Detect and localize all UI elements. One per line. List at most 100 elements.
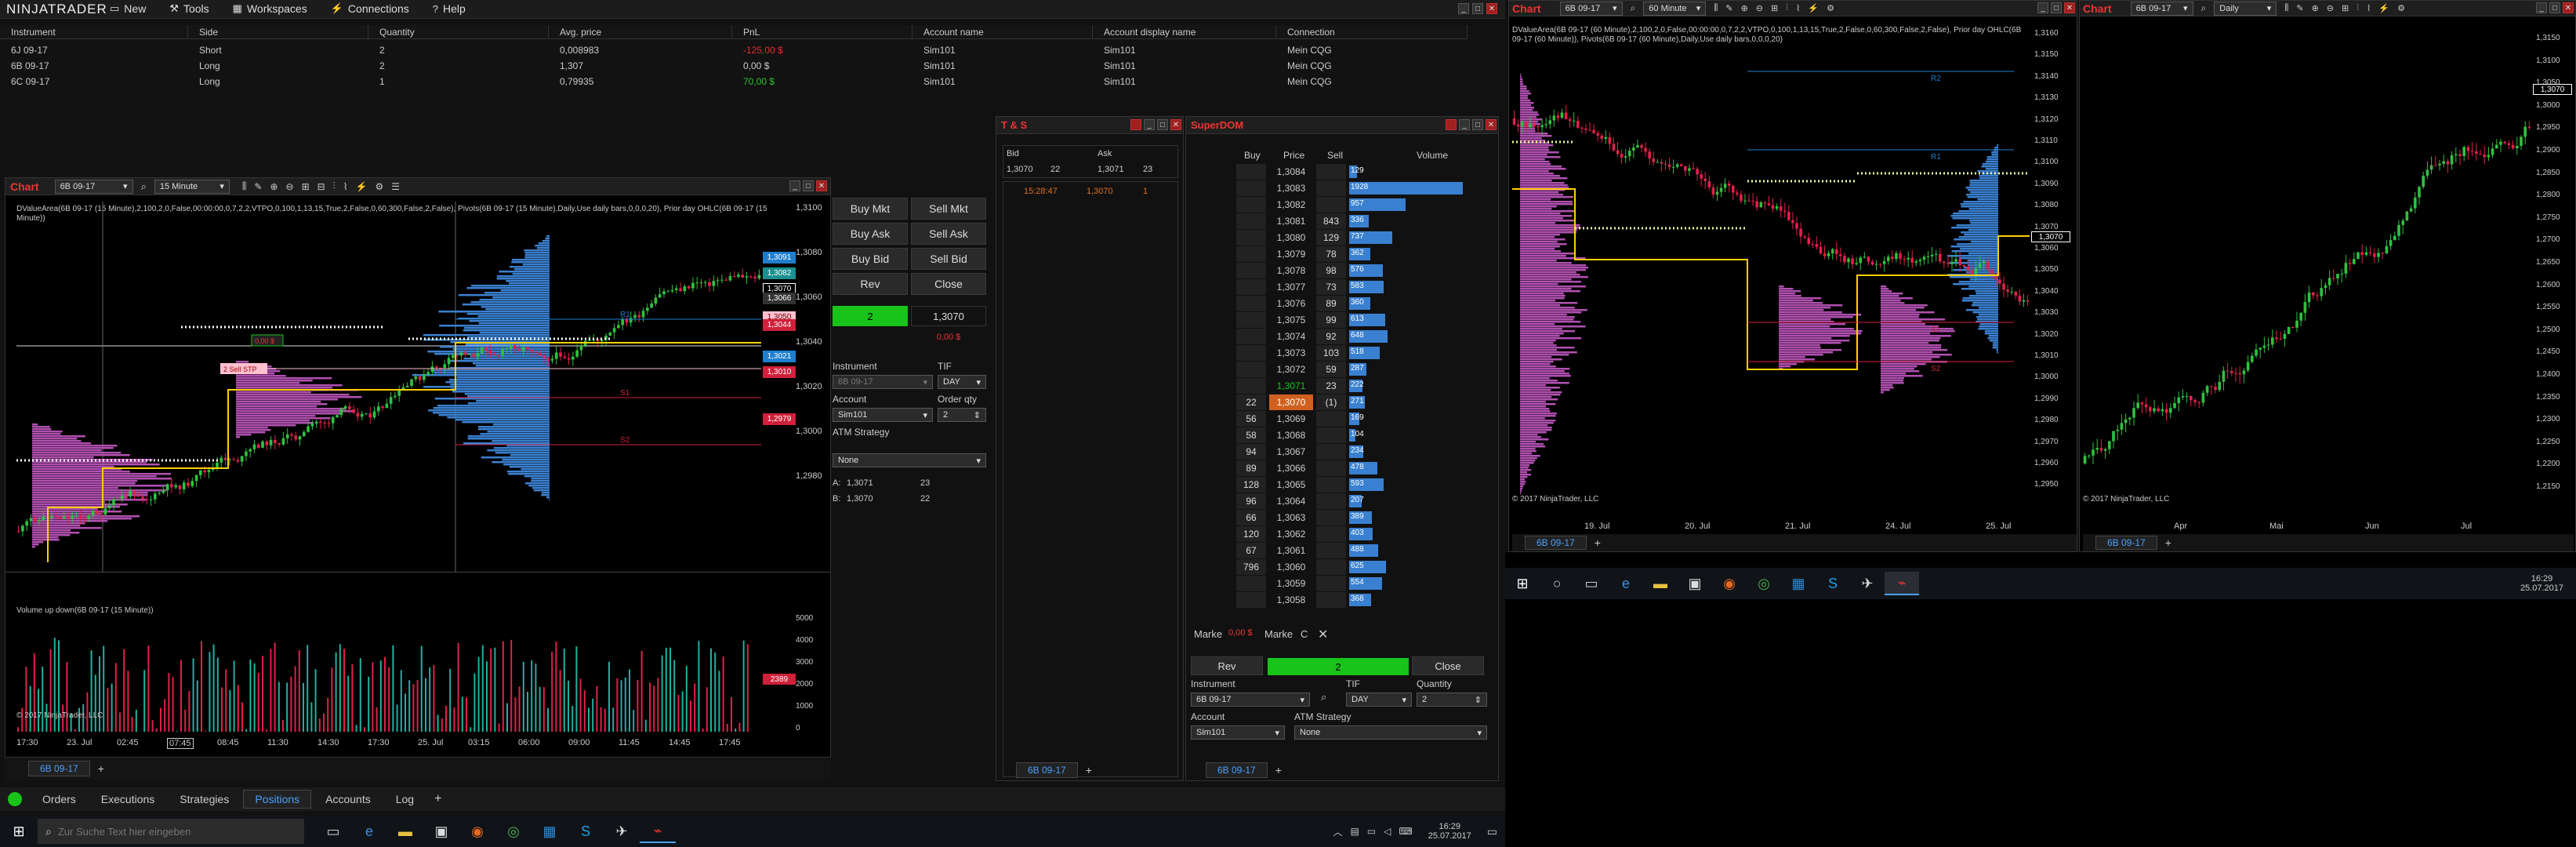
add-tab-button[interactable]: + xyxy=(1275,764,1282,776)
dom-sell-cell[interactable] xyxy=(1316,576,1346,591)
price-panel[interactable]: R2R1S1S2 xyxy=(1512,24,2030,518)
dom-sell-cell[interactable] xyxy=(1316,427,1346,443)
price-panel[interactable] xyxy=(2083,24,2531,518)
minimize-icon[interactable]: _ xyxy=(2037,2,2048,13)
interval-selector[interactable]: 15 Minute ▾ xyxy=(154,179,230,194)
dom-row[interactable]: 1,3071 23 222 xyxy=(1236,378,1471,394)
indicators-icon[interactable]: ⫶ xyxy=(2356,3,2359,13)
instrument-selector[interactable]: 6B 09-17 ▾ xyxy=(1191,693,1310,707)
chrome-icon[interactable]: ◎ xyxy=(1747,572,1781,595)
dom-buy-cell[interactable]: 120 xyxy=(1236,526,1266,542)
cortana-icon[interactable]: ○ xyxy=(1540,572,1574,595)
atm-selector[interactable]: None ▾ xyxy=(833,453,986,467)
buy-market-button[interactable]: Buy Mkt xyxy=(833,198,908,220)
search-icon[interactable]: ⌕ xyxy=(1321,691,1326,703)
stepper-icon[interactable]: ⇕ xyxy=(1475,695,1482,705)
tab-executions[interactable]: Executions xyxy=(90,790,165,809)
dom-row[interactable]: 1,3084 129 xyxy=(1236,164,1471,180)
minimize-icon[interactable]: _ xyxy=(1459,119,1470,130)
file-explorer-icon[interactable]: ▬ xyxy=(387,820,423,843)
taskbar-search[interactable]: ⌕ xyxy=(38,819,304,844)
dom-sell-cell[interactable]: 73 xyxy=(1316,279,1346,295)
list-icon[interactable]: ☰ xyxy=(391,181,400,192)
draw-pencil-icon[interactable]: ✎ xyxy=(1725,3,1732,13)
crosshair-icon[interactable]: ⊞ xyxy=(302,181,310,192)
dom-buy-cell[interactable] xyxy=(1236,329,1266,344)
ninjatrader-taskbar-icon[interactable]: ⌁ xyxy=(640,820,676,843)
task-view-icon[interactable]: ▭ xyxy=(1574,572,1609,595)
price-panel[interactable]: R1S1S20,00 $2 Sell STP xyxy=(16,202,761,572)
dom-buy-cell[interactable]: 128 xyxy=(1236,477,1266,493)
maximize-icon[interactable]: □ xyxy=(803,180,814,191)
maximize-icon[interactable]: □ xyxy=(2549,2,2560,13)
maximize-icon[interactable]: □ xyxy=(1472,3,1483,14)
column-header[interactable]: Avg. price xyxy=(549,25,732,39)
chart-trader-icon[interactable]: ⚡ xyxy=(1808,3,1819,13)
close-position-button[interactable]: Close xyxy=(1412,656,1484,675)
dom-row[interactable]: 1,3059 554 xyxy=(1236,576,1471,592)
tif-selector[interactable]: DAY ▾ xyxy=(938,375,986,389)
dom-sell-cell[interactable] xyxy=(1316,197,1346,213)
order-line-position[interactable]: 0,00 $ xyxy=(251,334,284,347)
column-header[interactable]: Account display name xyxy=(1093,25,1276,39)
network-icon[interactable]: ▤ xyxy=(1350,826,1359,837)
volume-icon[interactable]: ◁ xyxy=(1384,826,1391,837)
zoom-in-icon[interactable]: ⊕ xyxy=(1741,3,1748,13)
dom-sell-cell[interactable]: 59 xyxy=(1316,362,1346,377)
dom-row[interactable]: 1,3080 129 737 xyxy=(1236,230,1471,246)
dom-row[interactable]: 58 1,3068 104 xyxy=(1236,427,1471,444)
properties-icon[interactable]: ⚙ xyxy=(376,181,384,192)
firefox-icon[interactable]: ◉ xyxy=(459,820,495,843)
dom-sell-cell[interactable] xyxy=(1316,460,1346,476)
instrument-selector[interactable]: 6B 09-17 ▾ xyxy=(1559,1,1623,16)
link-icon[interactable] xyxy=(1446,119,1457,130)
order-qty-stepper[interactable]: 2 ⇕ xyxy=(938,408,986,422)
dom-buy-cell[interactable] xyxy=(1236,378,1266,394)
buy-ask-button[interactable]: Buy Ask xyxy=(833,223,908,245)
dom-buy-cell[interactable]: 67 xyxy=(1236,543,1266,558)
dom-buy-cell[interactable]: 796 xyxy=(1236,559,1266,575)
tab-accounts[interactable]: Accounts xyxy=(314,790,382,809)
dom-row[interactable]: 1,3058 368 xyxy=(1236,592,1471,609)
chrome-icon[interactable]: ◎ xyxy=(495,820,532,843)
reverse-button[interactable]: Rev xyxy=(833,273,908,295)
store-icon[interactable]: ▣ xyxy=(1678,572,1712,595)
dom-buy-cell[interactable] xyxy=(1236,246,1266,262)
dom-row[interactable]: 94 1,3067 234 xyxy=(1236,444,1471,460)
dom-sell-cell[interactable] xyxy=(1316,526,1346,542)
dom-row[interactable]: 1,3074 92 648 xyxy=(1236,329,1471,345)
strategies-icon[interactable]: ⌇ xyxy=(2367,3,2371,13)
tray-expand-icon[interactable]: ︿ xyxy=(1333,825,1342,838)
dom-sell-cell[interactable]: (1) xyxy=(1316,394,1346,410)
dom-buy-cell[interactable] xyxy=(1236,576,1266,591)
dom-row[interactable]: 66 1,3063 389 xyxy=(1236,510,1471,526)
dom-row[interactable]: 1,3075 99 613 xyxy=(1236,312,1471,329)
sell-market-button[interactable]: Sell Mkt xyxy=(911,198,986,220)
zoom-out-icon[interactable]: ⊖ xyxy=(2327,3,2334,13)
dom-sell-cell[interactable] xyxy=(1316,411,1346,427)
market-sell-button[interactable]: Marke xyxy=(1264,628,1293,640)
close-x-icon[interactable]: ✕ xyxy=(1318,627,1328,642)
dom-sell-cell[interactable]: 78 xyxy=(1316,246,1346,262)
atm-selector[interactable]: None ▾ xyxy=(1294,725,1487,740)
zoom-out-icon[interactable]: ⊖ xyxy=(1756,3,1763,13)
dom-row[interactable]: 1,3078 98 576 xyxy=(1236,263,1471,279)
column-header[interactable]: Connection xyxy=(1276,25,1468,39)
cancel-orders-button[interactable]: C xyxy=(1301,628,1308,640)
dom-buy-cell[interactable]: 96 xyxy=(1236,493,1266,509)
account-selector[interactable]: Sim101 ▾ xyxy=(833,408,933,422)
clock[interactable]: 16:29 25.07.2017 xyxy=(2520,574,2576,593)
properties-icon[interactable]: ⚙ xyxy=(2397,3,2405,13)
strategies-icon[interactable]: ⌇ xyxy=(1796,3,1800,13)
dom-buy-cell[interactable] xyxy=(1236,296,1266,311)
order-line-sell-stop[interactable]: 2 Sell STP xyxy=(220,363,267,374)
reverse-button[interactable]: Rev xyxy=(1191,656,1263,675)
close-icon[interactable]: ✕ xyxy=(2064,2,2075,13)
dom-buy-cell[interactable]: 56 xyxy=(1236,411,1266,427)
time-axis[interactable]: Apr Mai Jun Jul xyxy=(2083,518,2531,534)
dom-sell-cell[interactable] xyxy=(1316,493,1346,509)
dom-buy-cell[interactable] xyxy=(1236,279,1266,295)
panel-divider[interactable] xyxy=(5,572,830,573)
column-header[interactable]: Quantity xyxy=(368,25,549,39)
bar-type-icon[interactable]: ⫼ xyxy=(2284,3,2288,13)
